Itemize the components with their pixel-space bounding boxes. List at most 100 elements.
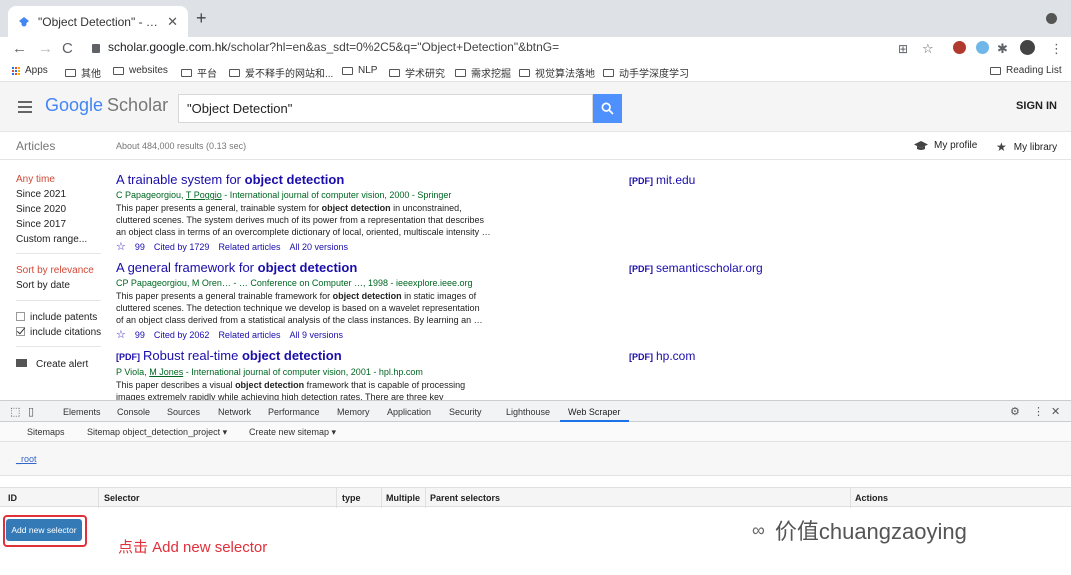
column-type: type <box>342 493 361 503</box>
scraper-subnav: Sitemaps Sitemap object_detection_projec… <box>0 422 1071 442</box>
bookmark-folder[interactable]: 学术研究 <box>389 65 445 80</box>
results-header-bar: Articles About 484,000 results (0.13 sec… <box>0 132 1071 160</box>
reload-icon[interactable]: C <box>62 39 73 59</box>
profile-menu-icon[interactable] <box>1046 13 1057 24</box>
reading-list-icon <box>990 66 1001 75</box>
snippet-highlight: object detection <box>332 291 402 301</box>
create-sitemap-dropdown[interactable]: Create new sitemap ▾ <box>249 427 336 438</box>
bookmark-folder[interactable]: 平台 <box>181 65 217 80</box>
sitemap-dropdown[interactable]: Sitemap object_detection_project ▾ <box>87 427 227 438</box>
menu-kebab-icon[interactable]: ⋮ <box>1050 39 1063 59</box>
folder-icon <box>229 68 240 77</box>
include-options: include patents include citations <box>16 310 101 340</box>
column-id: ID <box>8 493 17 503</box>
cite-quote-icon[interactable]: 99 <box>135 242 145 252</box>
tab-console[interactable]: Console <box>117 407 150 417</box>
filter-since-2017[interactable]: Since 2017 <box>16 217 87 232</box>
bookmark-folder[interactable]: 爱不释手的网站和... <box>229 65 333 80</box>
cite-quote-icon[interactable]: 99 <box>135 330 145 340</box>
pdf-link[interactable]: [PDF] hp.com <box>629 349 695 363</box>
envelope-icon <box>16 359 27 367</box>
related-articles-link[interactable]: Related articles <box>218 242 280 252</box>
articles-label: Articles <box>16 139 56 153</box>
device-toolbar-icon[interactable]: ▯ <box>28 405 34 418</box>
sort-by-date[interactable]: Sort by date <box>16 278 94 293</box>
bookmark-folder[interactable]: 动手学深度学习 <box>603 65 689 80</box>
my-profile-link[interactable]: My profile <box>914 140 977 151</box>
browser-tab-strip: "Object Detection" - Google Sc ✕ + <box>0 0 1071 37</box>
browser-tab[interactable]: "Object Detection" - Google Sc ✕ <box>8 6 188 37</box>
filter-custom-range[interactable]: Custom range... <box>16 232 87 247</box>
tab-security[interactable]: Security <box>449 407 482 417</box>
bookmark-apps[interactable]: Apps <box>12 65 48 76</box>
extension-icon[interactable] <box>976 41 989 54</box>
filter-since-2021[interactable]: Since 2021 <box>16 187 87 202</box>
result-title-link[interactable]: [PDF] Robust real-time object detection <box>116 348 516 365</box>
search-input[interactable]: "Object Detection" <box>178 94 593 123</box>
logo-scholar: Scholar <box>107 95 169 115</box>
tab-web-scraper[interactable]: Web Scraper <box>568 407 620 417</box>
pdf-link[interactable]: [PDF] semanticscholar.org <box>629 261 763 275</box>
bookmark-folder[interactable]: websites <box>113 65 168 76</box>
breadcrumb-root-link[interactable]: _root <box>16 454 37 464</box>
divider <box>16 300 101 301</box>
tab-sources[interactable]: Sources <box>167 407 200 417</box>
result-title-link[interactable]: A general framework for object detection <box>116 260 516 276</box>
google-scholar-logo[interactable]: Google Scholar <box>45 95 168 116</box>
cited-by-link[interactable]: Cited by 1729 <box>154 242 210 252</box>
sitemaps-link[interactable]: Sitemaps <box>27 427 65 437</box>
create-alert-link[interactable]: Create alert <box>16 357 88 372</box>
filter-since-2020[interactable]: Since 2020 <box>16 202 87 217</box>
related-articles-link[interactable]: Related articles <box>218 330 280 340</box>
sort-by-relevance[interactable]: Sort by relevance <box>16 263 94 278</box>
search-button[interactable] <box>593 94 622 123</box>
divider <box>16 253 101 254</box>
tab-memory[interactable]: Memory <box>337 407 370 417</box>
bookmark-folder[interactable]: 其他 <box>65 65 101 80</box>
tab-application[interactable]: Application <box>387 407 431 417</box>
reading-list[interactable]: Reading List <box>990 65 1062 76</box>
hamburger-menu-icon[interactable] <box>18 101 32 116</box>
folder-icon <box>455 68 466 77</box>
bookmark-folder[interactable]: 需求挖掘 <box>455 65 511 80</box>
include-patents-checkbox[interactable]: include patents <box>16 310 101 325</box>
url-path: /scholar?hl=en&as_sdt=0%2C5&q="Object+De… <box>227 40 560 54</box>
tab-lighthouse[interactable]: Lighthouse <box>506 407 550 417</box>
forward-icon[interactable]: → <box>38 39 53 59</box>
author-link[interactable]: T Poggio <box>186 190 222 200</box>
filter-any-time[interactable]: Any time <box>16 172 87 187</box>
cited-by-link[interactable]: Cited by 2062 <box>154 330 210 340</box>
close-tab-icon[interactable]: ✕ <box>167 14 178 30</box>
save-star-icon[interactable]: ☆ <box>116 328 126 341</box>
bookmark-folder[interactable]: NLP <box>342 65 377 76</box>
tab-elements[interactable]: Elements <box>63 407 101 417</box>
author-link[interactable]: M Jones <box>149 367 183 377</box>
tab-performance[interactable]: Performance <box>268 407 320 417</box>
sign-in-button[interactable]: SIGN IN <box>1016 100 1057 112</box>
extension-icon[interactable] <box>953 41 966 54</box>
snippet-highlight: object detection <box>321 203 391 213</box>
result-title-link[interactable]: A trainable system for object detection <box>116 172 516 188</box>
my-library-link[interactable]: ★ My library <box>996 140 1057 154</box>
new-tab-icon[interactable]: + <box>196 8 207 28</box>
all-versions-link[interactable]: All 20 versions <box>289 242 348 252</box>
translate-icon[interactable]: ⊞ <box>898 39 908 59</box>
more-options-icon[interactable]: ⋮ <box>1033 405 1044 418</box>
bookmark-star-icon[interactable]: ☆ <box>922 39 934 59</box>
account-avatar-icon[interactable] <box>1020 40 1035 55</box>
close-devtools-icon[interactable]: ✕ <box>1051 405 1060 418</box>
back-icon[interactable]: ← <box>12 39 27 59</box>
inspect-element-icon[interactable]: ⬚ <box>10 405 20 418</box>
add-new-selector-button[interactable]: Add new selector <box>6 519 82 541</box>
bookmark-folder[interactable]: 视觉算法落地 <box>519 65 595 80</box>
extensions-puzzle-icon[interactable]: ✱ <box>997 39 1008 59</box>
settings-gear-icon[interactable]: ⚙ <box>1010 405 1020 418</box>
time-filter: Any time Since 2021 Since 2020 Since 201… <box>16 172 87 247</box>
pdf-link[interactable]: [PDF] mit.edu <box>629 173 695 187</box>
save-star-icon[interactable]: ☆ <box>116 240 126 253</box>
tab-network[interactable]: Network <box>218 407 251 417</box>
address-bar[interactable]: scholar.google.com.hk/scholar?hl=en&as_s… <box>92 40 559 54</box>
all-versions-link[interactable]: All 9 versions <box>289 330 343 340</box>
column-divider <box>425 488 426 508</box>
include-citations-checkbox[interactable]: include citations <box>16 325 101 340</box>
